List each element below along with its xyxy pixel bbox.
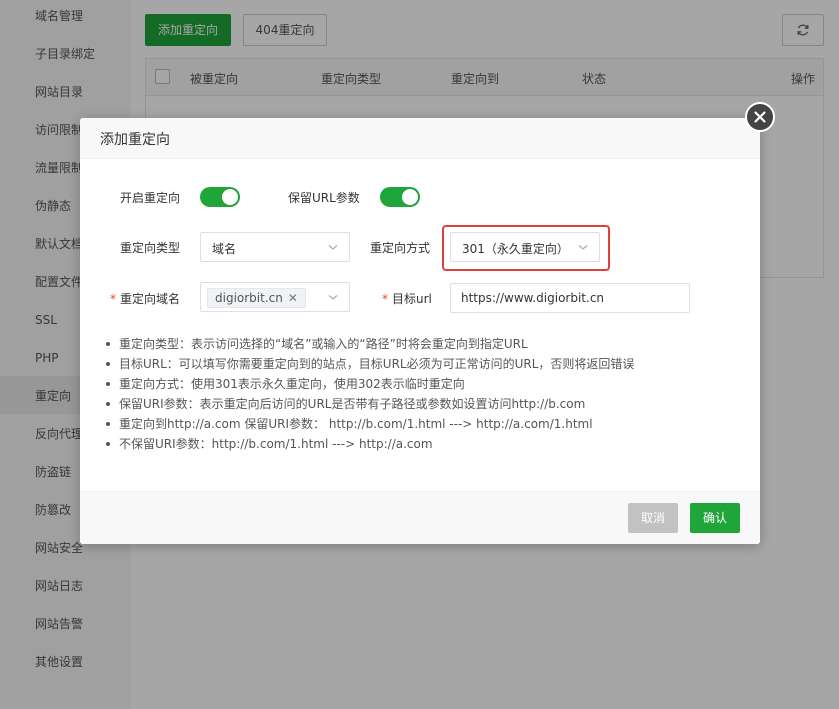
close-button[interactable] bbox=[745, 102, 775, 132]
enable-redirect-toggle[interactable] bbox=[200, 187, 240, 207]
redirect-type-select[interactable]: 域名 bbox=[200, 232, 350, 262]
redirect-type-label: 重定向类型 bbox=[120, 241, 181, 255]
tip-item: 目标URL：可以填写你需要重定向到的站点，目标URL必须为可正常访问的URL，否… bbox=[105, 354, 634, 374]
tip-item: 重定向类型：表示访问选择的“域名”或输入的“路径”时将会重定向到指定URL bbox=[105, 334, 634, 354]
keep-url-params-toggle[interactable] bbox=[380, 187, 420, 207]
tip-item: 重定向到http://a.com 保留URI参数： http://b.com/1… bbox=[105, 414, 634, 434]
dialog-title: 添加重定向 bbox=[100, 132, 170, 148]
add-redirect-dialog: 添加重定向 bbox=[80, 118, 760, 544]
target-url-input[interactable] bbox=[450, 283, 690, 313]
required-marker: * bbox=[110, 292, 116, 306]
dialog-header: 添加重定向 bbox=[80, 118, 760, 159]
help-tips: 重定向类型：表示访问选择的“域名”或输入的“路径”时将会重定向到指定URL 目标… bbox=[105, 334, 634, 454]
chevron-down-icon bbox=[328, 245, 338, 250]
tip-item: 不保留URI参数：http://b.com/1.html ---> http:/… bbox=[105, 434, 634, 454]
toggle-knob bbox=[222, 189, 238, 205]
target-url-label: * 目标url bbox=[382, 292, 432, 306]
toggle-knob bbox=[402, 189, 418, 205]
required-marker: * bbox=[382, 292, 388, 306]
keep-url-params-label: 保留URL参数 bbox=[288, 191, 360, 205]
method-highlight-box bbox=[442, 225, 610, 271]
confirm-button[interactable]: 确认 bbox=[690, 503, 740, 533]
redirect-domain-select[interactable]: digiorbit.cn ✕ bbox=[200, 282, 350, 312]
redirect-type-value: 域名 bbox=[212, 242, 237, 256]
cancel-button[interactable]: 取消 bbox=[628, 503, 678, 533]
tip-item: 重定向方式：使用301表示永久重定向，使用302表示临时重定向 bbox=[105, 374, 634, 394]
redirect-method-label: 重定向方式 bbox=[370, 241, 431, 255]
chevron-down-icon bbox=[328, 295, 338, 300]
tag-remove-icon[interactable]: ✕ bbox=[288, 291, 298, 305]
close-icon bbox=[754, 111, 766, 123]
redirect-domain-label: * 重定向域名 bbox=[110, 292, 181, 306]
domain-tag: digiorbit.cn ✕ bbox=[207, 288, 306, 308]
enable-redirect-label: 开启重定向 bbox=[120, 191, 181, 205]
tip-item: 保留URI参数：表示重定向后访问的URL是否带有子路径或参数如设置访问http:… bbox=[105, 394, 634, 414]
